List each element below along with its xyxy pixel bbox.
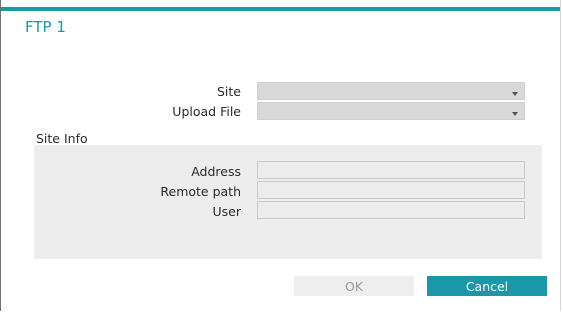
dialog-title: FTP 1 xyxy=(25,18,66,36)
site-select[interactable] xyxy=(257,82,525,100)
upload-file-label: Upload File xyxy=(172,104,241,119)
cancel-button[interactable]: Cancel xyxy=(427,276,547,296)
chevron-down-icon xyxy=(512,112,518,116)
user-field[interactable] xyxy=(257,201,525,219)
site-label: Site xyxy=(217,84,241,99)
dialog-top-accent-bar xyxy=(1,7,560,11)
site-info-label: Site Info xyxy=(36,131,88,146)
ok-button[interactable]: OK xyxy=(294,276,414,296)
upload-file-select[interactable] xyxy=(257,102,525,120)
user-label: User xyxy=(212,204,242,219)
remote-path-field[interactable] xyxy=(257,181,525,199)
chevron-down-icon xyxy=(512,92,518,96)
remote-path-label: Remote path xyxy=(160,184,241,199)
ftp-dialog: FTP 1 Site Upload File Site Info Address… xyxy=(0,0,561,311)
address-label: Address xyxy=(191,164,241,179)
address-field[interactable] xyxy=(257,161,525,179)
